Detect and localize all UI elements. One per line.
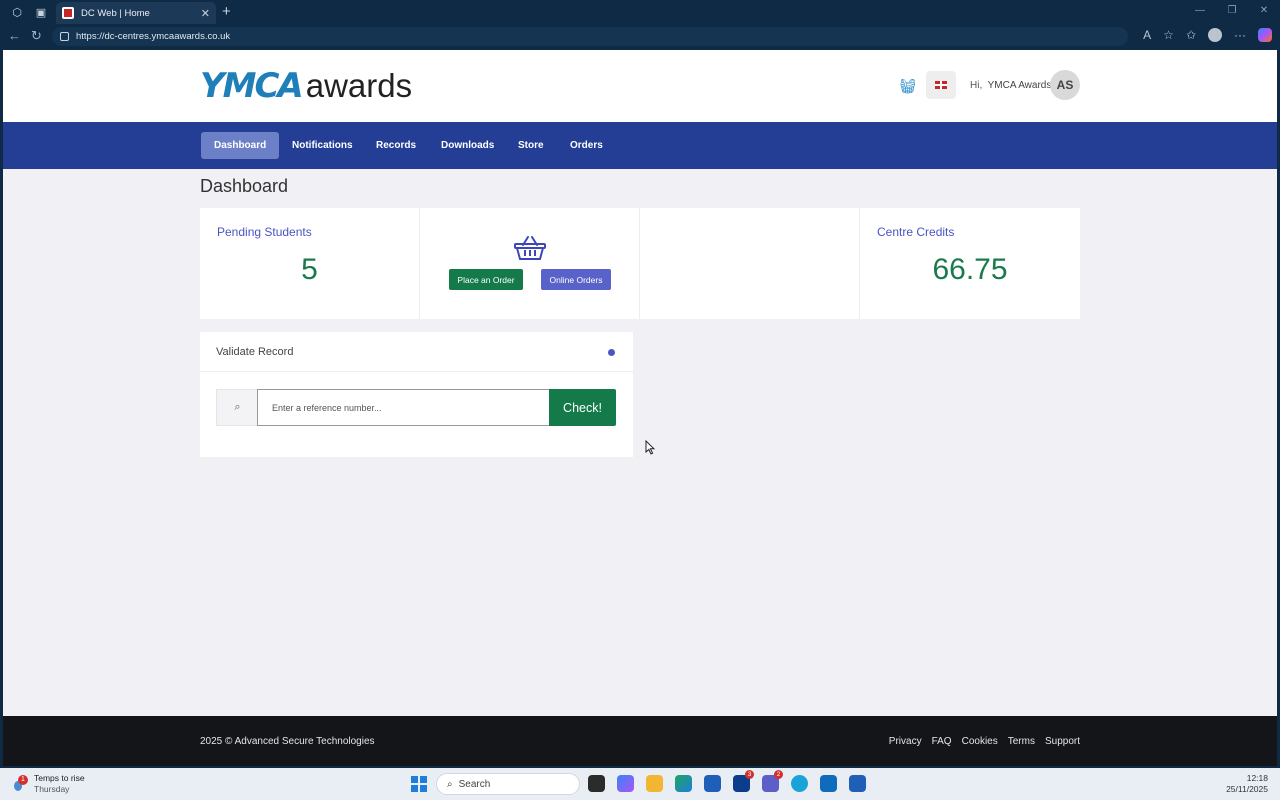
tab-favicon-icon [62, 7, 74, 19]
close-window-icon[interactable]: ✕ [1248, 0, 1280, 24]
basket-icon[interactable]: 🧺︎ [899, 78, 917, 95]
workspaces-icon[interactable]: ⬡ [10, 5, 24, 19]
nav-downloads[interactable]: Downloads [428, 132, 507, 159]
divider [200, 371, 633, 372]
weather-line1: Temps to rise [34, 773, 85, 783]
browser-tab[interactable]: DC Web | Home ✕ [56, 2, 216, 24]
weather-icon: 1 [14, 775, 28, 793]
copilot-icon[interactable] [1258, 28, 1272, 42]
edge-icon[interactable] [675, 775, 692, 792]
page-title: Dashboard [200, 176, 289, 196]
new-tab-icon[interactable]: + [222, 3, 231, 20]
url-field[interactable]: https://dc-centres.ymcaawards.co.uk [52, 27, 1128, 46]
read-aloud-icon[interactable]: A [1143, 28, 1151, 42]
validate-record-panel: Validate Record ⌕ Check! [200, 332, 633, 457]
search-icon: ⌕ [447, 778, 453, 790]
centre-credits-label: Centre Credits [877, 225, 955, 239]
main-nav: Dashboard Notifications Records Download… [3, 122, 1277, 169]
place-order-button[interactable]: Place an Order [449, 269, 523, 290]
dashboard-cards: Pending Students 5 Place an Order Online… [200, 208, 1080, 319]
footer-link-faq[interactable]: FAQ [932, 736, 952, 747]
system-clock[interactable]: 12:18 25/11/2025 [1226, 773, 1268, 795]
uk-flag-icon [935, 81, 947, 89]
clock-time: 12:18 [1246, 773, 1268, 783]
order-card: Place an Order Online Orders [420, 208, 640, 319]
weather-badge: 1 [18, 775, 28, 785]
logo-awards-text: awards [305, 67, 413, 104]
address-bar-row: ← ↻ https://dc-centres.ymcaawards.co.uk … [0, 24, 1280, 48]
centre-credits-value: 66.75 [932, 253, 1008, 286]
weather-widget[interactable]: 1 Temps to rise Thursday [14, 773, 85, 795]
pending-students-label: Pending Students [217, 225, 312, 239]
store-icon[interactable] [704, 775, 721, 792]
lock-icon [60, 32, 69, 41]
browser-toolbar: A ☆ ✩ ··· [1143, 28, 1272, 42]
close-tab-icon[interactable]: ✕ [201, 7, 210, 20]
footer-link-cookies[interactable]: Cookies [962, 736, 998, 747]
file-explorer-icon[interactable] [646, 775, 663, 792]
mouse-cursor-icon [645, 440, 655, 455]
site-footer: 2025 © Advanced Secure Technologies Priv… [3, 716, 1277, 766]
ymca-awards-logo[interactable]: YMCA awards [200, 66, 412, 106]
pending-students-value: 5 [301, 253, 318, 286]
footer-links: Privacy FAQ Cookies Terms Support [889, 736, 1080, 747]
web-page: YMCA awards 🧺︎ Hi, YMCA Awards AS Dashbo… [3, 50, 1277, 766]
refresh-icon[interactable]: ↻ [31, 28, 42, 44]
copilot-app-icon[interactable] [617, 775, 634, 792]
empty-card [640, 208, 860, 319]
weather-line2: Thursday [34, 784, 70, 794]
window-controls: — ❐ ✕ [1184, 0, 1280, 24]
search-icon: ⌕ [216, 389, 258, 426]
info-icon[interactable] [608, 349, 615, 356]
site-header: YMCA awards 🧺︎ Hi, YMCA Awards AS [3, 50, 1277, 122]
tab-title: DC Web | Home [81, 7, 150, 19]
user-greeting: Hi, YMCA Awards [970, 80, 1051, 91]
word-icon[interactable] [849, 775, 866, 792]
more-menu-icon[interactable]: ··· [1234, 28, 1246, 42]
centre-credits-card: Centre Credits 66.75 [860, 208, 1080, 319]
outlook-badge: 3 [745, 770, 754, 779]
copyright-text: 2025 © Advanced Secure Technologies [200, 736, 375, 747]
browser-tab-bar: ⬡ ▣ DC Web | Home ✕ + — ❐ ✕ [0, 0, 1280, 24]
back-icon[interactable]: ← [8, 28, 21, 43]
shopping-basket-icon [514, 236, 546, 260]
pending-students-card[interactable]: Pending Students 5 [200, 208, 420, 319]
check-button[interactable]: Check! [549, 389, 616, 426]
tab-actions-icon[interactable]: ▣ [34, 5, 48, 19]
nav-orders[interactable]: Orders [557, 132, 616, 159]
greeting-text: Hi, [970, 80, 983, 91]
reference-number-input[interactable] [257, 389, 550, 426]
outlook-icon[interactable] [820, 775, 837, 792]
taskbar: 1 Temps to rise Thursday ⌕ Search 3 2 12… [0, 768, 1280, 800]
clock-date: 25/11/2025 [1226, 784, 1268, 794]
online-orders-button[interactable]: Online Orders [541, 269, 611, 290]
validate-record-title: Validate Record [216, 346, 294, 358]
footer-link-privacy[interactable]: Privacy [889, 736, 922, 747]
favorite-star-icon[interactable]: ☆ [1163, 28, 1174, 42]
url-text: https://dc-centres.ymcaawards.co.uk [76, 31, 231, 42]
task-view-icon[interactable] [588, 775, 605, 792]
app-u-icon[interactable] [791, 775, 808, 792]
nav-store[interactable]: Store [505, 132, 557, 159]
outlook-new-icon[interactable]: 3 [733, 770, 754, 792]
nav-notifications[interactable]: Notifications [279, 132, 366, 159]
taskbar-search-label: Search [458, 778, 491, 790]
footer-link-support[interactable]: Support [1045, 736, 1080, 747]
logo-ymca-text: YMCA [200, 66, 304, 106]
minimize-icon[interactable]: — [1184, 0, 1216, 24]
footer-link-terms[interactable]: Terms [1008, 736, 1035, 747]
taskbar-search[interactable]: ⌕ Search [436, 773, 580, 795]
avatar[interactable]: AS [1050, 70, 1080, 100]
profile-icon[interactable] [1208, 28, 1222, 42]
taskbar-apps: 3 2 [588, 770, 866, 792]
nav-dashboard[interactable]: Dashboard [201, 132, 280, 159]
user-name: YMCA Awards [987, 80, 1052, 91]
teams-icon[interactable]: 2 [762, 770, 783, 792]
language-button[interactable] [926, 71, 956, 99]
nav-records[interactable]: Records [363, 132, 429, 159]
windows-start-icon[interactable] [411, 776, 427, 792]
restore-icon[interactable]: ❐ [1216, 0, 1248, 24]
favorites-icon[interactable]: ✩ [1186, 28, 1196, 42]
teams-badge: 2 [774, 770, 783, 779]
